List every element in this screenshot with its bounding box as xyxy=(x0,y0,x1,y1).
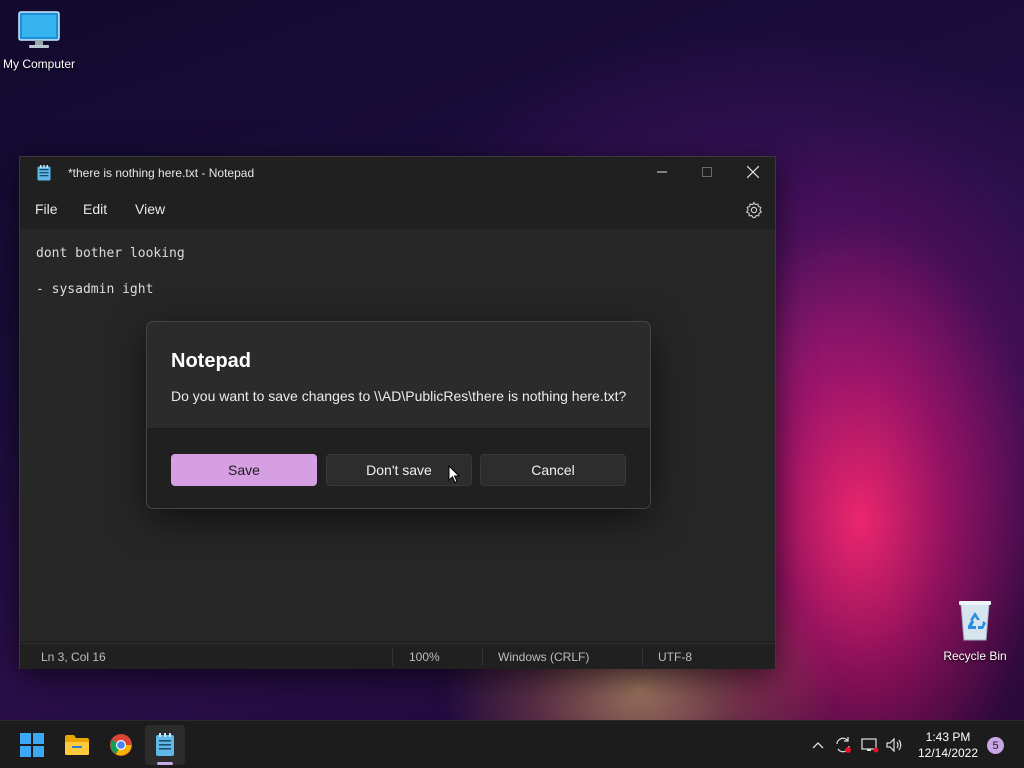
minimize-button[interactable] xyxy=(639,157,685,187)
encoding[interactable]: UTF-8 xyxy=(658,650,692,664)
mouse-cursor-icon xyxy=(448,465,460,484)
clock-date: 12/14/2022 xyxy=(917,746,979,760)
editor-line: dont bother looking xyxy=(36,246,185,261)
menu-file[interactable]: File xyxy=(35,201,58,217)
save-button[interactable]: Save xyxy=(171,454,317,486)
notepad-icon xyxy=(156,733,174,756)
editor-line: - sysadmin ight xyxy=(36,282,154,297)
menu-bar: File Edit View xyxy=(20,193,775,227)
minimize-icon xyxy=(657,171,667,173)
chrome-icon xyxy=(110,734,132,756)
gear-icon xyxy=(745,201,763,219)
taskbar-file-explorer[interactable] xyxy=(57,725,97,765)
status-divider xyxy=(642,648,643,666)
tray-volume[interactable] xyxy=(884,721,906,768)
menu-view[interactable]: View xyxy=(135,201,165,217)
title-bar[interactable]: *there is nothing here.txt - Notepad xyxy=(20,157,775,189)
taskbar-notepad[interactable] xyxy=(145,725,185,765)
recycle-bin-icon xyxy=(959,601,991,641)
show-hidden-icons-button[interactable] xyxy=(808,721,828,768)
status-bar: Ln 3, Col 16 100% Windows (CRLF) UTF-8 xyxy=(20,643,775,669)
zoom-level[interactable]: 100% xyxy=(409,650,440,664)
window-title: *there is nothing here.txt - Notepad xyxy=(68,166,255,180)
file-explorer-icon xyxy=(65,735,89,755)
taskbar-chrome[interactable] xyxy=(101,725,141,765)
status-divider xyxy=(392,648,393,666)
active-indicator xyxy=(157,762,173,765)
cancel-button[interactable]: Cancel xyxy=(480,454,626,486)
taskbar-clock[interactable]: 1:43 PM 12/14/2022 xyxy=(914,729,982,761)
close-icon xyxy=(747,166,759,178)
notepad-icon xyxy=(37,165,51,186)
tray-network[interactable] xyxy=(858,721,882,768)
maximize-icon xyxy=(702,167,712,177)
dialog-footer: Save Don't save Cancel xyxy=(147,428,650,508)
tray-sync[interactable] xyxy=(832,721,854,768)
taskbar: 1:43 PM 12/14/2022 5 xyxy=(0,720,1024,768)
maximize-button[interactable] xyxy=(684,157,730,187)
notification-badge[interactable]: 5 xyxy=(987,737,1004,754)
dialog-message: Do you want to save changes to \\AD\Publ… xyxy=(171,388,627,404)
desktop-icon-label: My Computer xyxy=(2,57,76,71)
close-button[interactable] xyxy=(730,157,776,187)
desktop-icon-label: Recycle Bin xyxy=(943,649,1007,663)
start-button[interactable] xyxy=(12,725,52,765)
desktop-icon-my-computer[interactable]: My Computer xyxy=(0,10,78,71)
cursor-position: Ln 3, Col 16 xyxy=(41,650,106,664)
desktop-icon-recycle-bin[interactable]: Recycle Bin xyxy=(940,598,1010,663)
settings-button[interactable] xyxy=(744,200,764,220)
dialog-title: Notepad xyxy=(171,350,251,372)
menu-edit[interactable]: Edit xyxy=(83,201,107,217)
volume-icon xyxy=(886,737,902,753)
sync-alert-icon xyxy=(836,737,851,753)
line-endings[interactable]: Windows (CRLF) xyxy=(498,650,589,664)
clock-time: 1:43 PM xyxy=(925,730,971,744)
network-icon xyxy=(861,738,879,753)
save-changes-dialog: Notepad Do you want to save changes to \… xyxy=(146,321,651,509)
start-icon xyxy=(20,733,44,757)
status-divider xyxy=(482,648,483,666)
monitor-icon xyxy=(18,11,60,48)
chevron-up-icon xyxy=(812,742,824,749)
